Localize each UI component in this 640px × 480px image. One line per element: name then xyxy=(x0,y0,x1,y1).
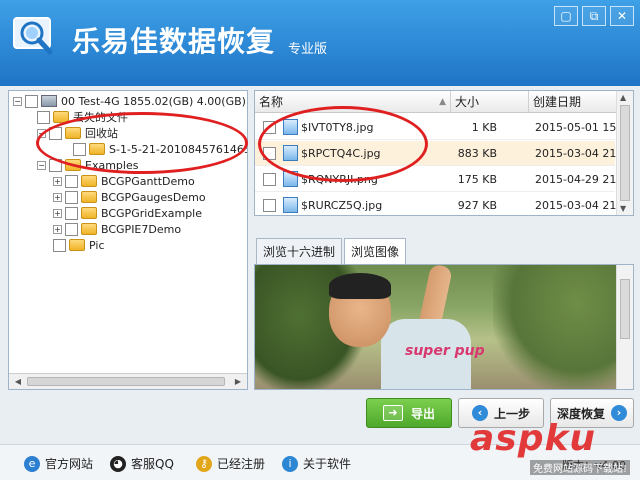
annotation-ellipse-tree xyxy=(36,112,248,174)
tree-item-gauges[interactable]: + BCGPGaugesDemo xyxy=(53,189,206,205)
collapse-icon[interactable]: − xyxy=(13,96,22,106)
folder-icon xyxy=(81,175,97,187)
file-size: 883 KB xyxy=(457,147,497,160)
preview-vertical-scrollbar[interactable] xyxy=(616,265,633,389)
file-date: 2015-03-04 21:5 xyxy=(535,147,628,160)
checkbox[interactable] xyxy=(65,190,78,204)
footer-link-label: 客服QQ xyxy=(131,457,174,471)
tree-item-label: BCGPGaugesDemo xyxy=(101,190,206,204)
column-header-label: 创建日期 xyxy=(533,95,582,109)
scroll-right-icon[interactable]: ▶ xyxy=(232,376,244,387)
folder-icon xyxy=(81,207,97,219)
expand-icon[interactable]: + xyxy=(53,224,62,234)
app-logo-icon xyxy=(13,17,53,55)
footer-link-about[interactable]: i 关于软件 xyxy=(282,455,351,472)
checkbox[interactable] xyxy=(25,94,38,108)
footer-link-registered[interactable]: ⚷ 已经注册 xyxy=(196,455,265,472)
tab-image-view[interactable]: 浏览图像 xyxy=(344,238,407,264)
file-row[interactable]: $RURCZ5Q.jpg 927 KB 2015-03-04 21:5 xyxy=(255,193,627,215)
qq-penguin-icon: ◕ xyxy=(110,455,126,472)
close-button[interactable]: ✕ xyxy=(610,6,634,26)
ie-icon: e xyxy=(24,455,40,472)
checkbox[interactable] xyxy=(65,206,78,220)
edition-label: 专业版 xyxy=(288,42,328,57)
expand-icon[interactable]: + xyxy=(53,176,62,186)
maximize-button[interactable]: ⧉ xyxy=(582,6,606,26)
tree-item-ie7[interactable]: + BCGPIE7Demo xyxy=(53,221,181,237)
file-date: 2015-03-04 21:5 xyxy=(535,199,628,212)
scrollbar-thumb[interactable] xyxy=(27,377,225,386)
photo-tree-right xyxy=(493,265,633,389)
folder-icon xyxy=(81,191,97,203)
image-file-icon xyxy=(283,197,298,213)
key-icon: ⚷ xyxy=(196,455,212,472)
tree-item-label: BCGPGanttDemo xyxy=(101,174,195,188)
collapse-icon[interactable]: − xyxy=(37,160,46,170)
window-controls: ▢ ⧉ ✕ xyxy=(554,6,634,26)
tree-item-label: BCGPIE7Demo xyxy=(101,222,182,236)
tree-drive-label: 00 Test-4G 1855.02(GB) 4.00(GB) xyxy=(61,94,246,108)
footer-link-qq[interactable]: ◕ 客服QQ xyxy=(110,455,174,472)
drive-icon xyxy=(41,95,57,107)
scroll-up-icon[interactable]: ▲ xyxy=(620,93,626,102)
footer-link-website[interactable]: e 官方网站 xyxy=(24,455,93,472)
column-header-label: 大小 xyxy=(455,95,480,109)
checkbox[interactable] xyxy=(65,174,78,188)
tree-item-gantt[interactable]: + BCGPGanttDemo xyxy=(53,173,195,189)
folder-icon xyxy=(81,223,97,235)
checkbox[interactable] xyxy=(37,110,50,124)
checkbox[interactable] xyxy=(263,173,276,186)
scroll-down-icon[interactable]: ▼ xyxy=(620,204,626,213)
column-header-size[interactable]: 大小 xyxy=(451,91,529,113)
export-label: 导出 xyxy=(410,406,435,421)
footer-link-label: 已经注册 xyxy=(217,457,266,471)
checkbox[interactable] xyxy=(65,222,78,236)
checkbox[interactable] xyxy=(263,199,276,212)
footer-link-label: 关于软件 xyxy=(303,457,352,471)
tree-item-label: BCGPGridExample xyxy=(101,206,202,220)
column-header-label: 名称 xyxy=(259,95,284,109)
watermark-logo: aspku xyxy=(470,418,597,459)
photo-shirt-text: super pup xyxy=(405,343,485,359)
app-title: 乐易佳数据恢复 xyxy=(72,25,276,58)
footer-link-label: 官方网站 xyxy=(45,457,94,471)
preview-tabs: 浏览十六进制 浏览图像 xyxy=(254,238,634,264)
tree-item-grid[interactable]: + BCGPGridExample xyxy=(53,205,202,221)
scrollbar-thumb[interactable] xyxy=(620,279,630,339)
file-date: 2015-05-01 15: xyxy=(535,121,621,134)
title-bar: 乐易佳数据恢复 专业版 ▢ ⧉ ✕ xyxy=(0,0,640,86)
file-size: 1 KB xyxy=(471,121,497,134)
watermark-caption: 免费网站源码下载站! xyxy=(530,460,631,475)
annotation-ellipse-files xyxy=(258,106,428,182)
file-name: $RURCZ5Q.jpg xyxy=(301,199,383,212)
tree-horizontal-scrollbar[interactable]: ◀ ▶ xyxy=(9,373,247,389)
tab-hex-view[interactable]: 浏览十六进制 xyxy=(256,238,343,264)
tree-item-label: Pic xyxy=(89,238,105,252)
file-list-vertical-scrollbar[interactable]: ▲ ▼ xyxy=(616,91,633,215)
sort-asc-icon: ▲ xyxy=(439,97,446,107)
checkbox[interactable] xyxy=(53,238,66,252)
file-size: 175 KB xyxy=(457,173,497,186)
skin-button[interactable]: ▢ xyxy=(554,6,578,26)
expand-icon[interactable]: + xyxy=(53,208,62,218)
file-size: 927 KB xyxy=(457,199,497,212)
folder-icon xyxy=(69,239,85,251)
scrollbar-thumb[interactable] xyxy=(620,105,630,201)
expand-icon[interactable]: + xyxy=(53,192,62,202)
image-preview: super pup xyxy=(254,264,634,390)
tree-item-pic[interactable]: Pic xyxy=(53,237,105,253)
watermark: aspku 免费网站源码下载站! xyxy=(470,418,640,480)
file-date: 2015-04-29 21: xyxy=(535,173,621,186)
info-icon: i xyxy=(282,455,298,472)
photo-child-hair xyxy=(329,273,391,299)
export-icon: ➜ xyxy=(382,405,403,421)
scroll-left-icon[interactable]: ◀ xyxy=(12,376,24,387)
export-button[interactable]: ➜ 导出 xyxy=(366,398,452,428)
tree-drive-row[interactable]: − 00 Test-4G 1855.02(GB) 4.00(GB) xyxy=(13,93,246,109)
